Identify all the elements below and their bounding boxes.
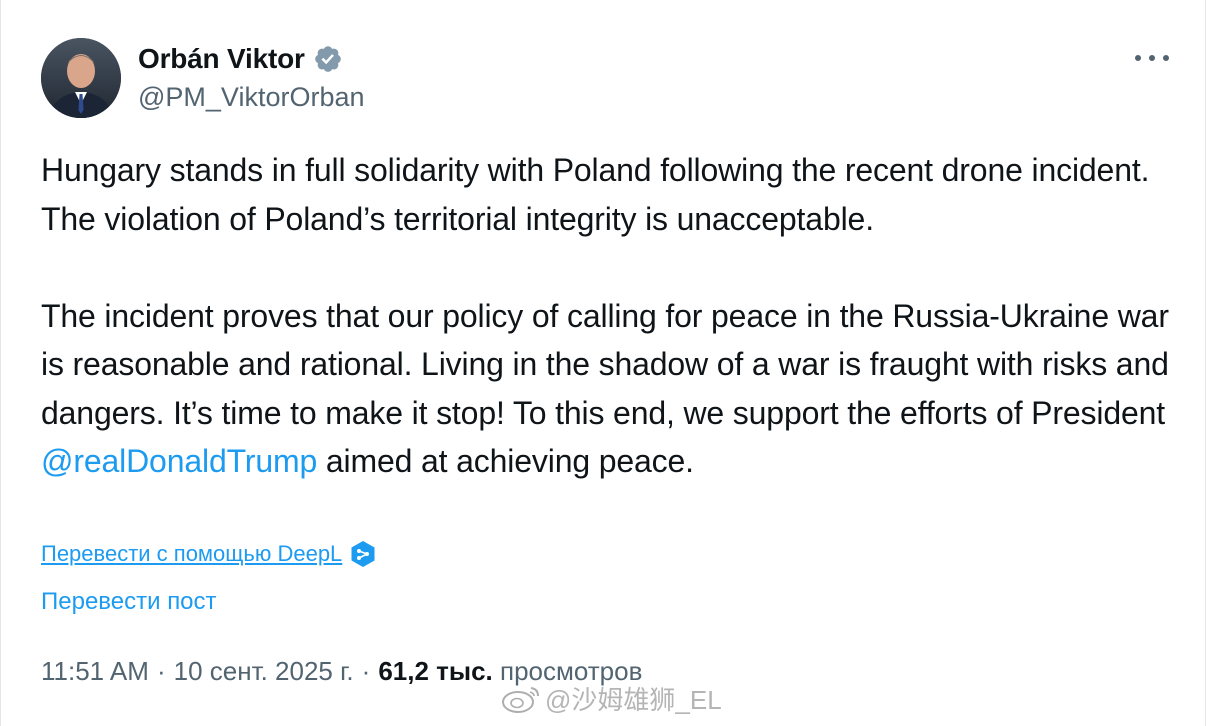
author-handle[interactable]: @PM_ViktorOrban [138,82,365,113]
deepl-translate: Перевести с помощью DeepL [41,540,376,568]
tweet-text: Hungary stands in full solidarity with P… [41,146,1171,486]
avatar[interactable] [41,38,121,118]
mention-link[interactable]: @realDonaldTrump [41,443,317,479]
translate-post-link[interactable]: Перевести пост [41,588,217,616]
post-time[interactable]: 11:51 AM [41,656,149,686]
meta-separator: · [361,656,371,686]
views-count: 61,2 тыс. [378,656,493,686]
author-name[interactable]: Orbán Viktor [138,43,305,75]
tweet-text-segment: The incident proves that our policy of c… [41,297,1169,431]
tweet-paragraph-1: Hungary stands in full solidarity with P… [41,152,1150,237]
tweet-card: Orbán Viktor @PM_ViktorOrban Hungary sta… [0,0,1206,726]
tweet-paragraph-2: The incident proves that our policy of c… [41,292,1171,486]
tweet-text-segment: aimed at achieving peace. [317,443,694,479]
verified-badge-icon[interactable] [313,44,343,74]
deepl-translate-link[interactable]: Перевести с помощью DeepL [41,541,342,567]
avatar-photo [41,38,121,118]
more-options-icon[interactable] [1135,50,1169,66]
deepl-icon[interactable] [350,540,376,568]
author-block: Orbán Viktor @PM_ViktorOrban [138,40,365,113]
watermark: @沙姆雄狮_EL [501,680,722,717]
watermark-text: @沙姆雄狮_EL [545,685,722,715]
weibo-logo [502,686,539,713]
post-date[interactable]: 10 сент. 2025 г. [174,656,354,686]
meta-separator: · [156,656,166,686]
